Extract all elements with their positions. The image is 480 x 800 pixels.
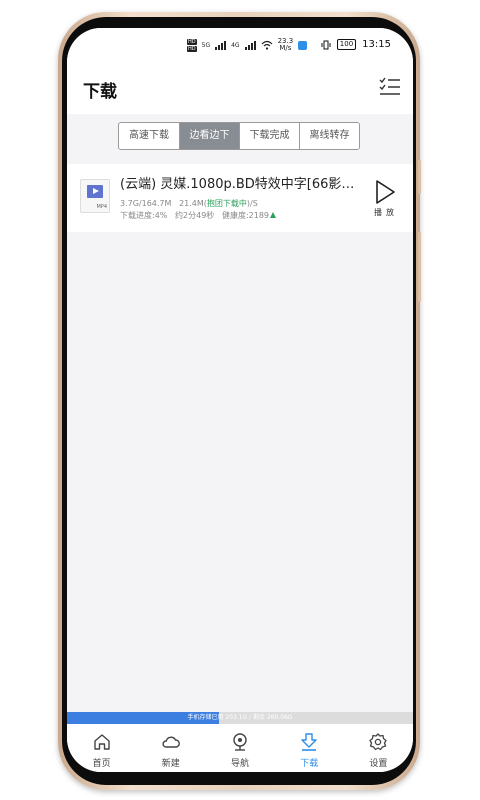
clock: 13:15 (362, 39, 391, 50)
video-play-icon (87, 185, 103, 198)
file-type-label: MP4 (96, 204, 107, 210)
play-icon (376, 180, 395, 204)
health-up-icon (270, 212, 277, 218)
tab-high-speed[interactable]: 高速下载 (119, 123, 179, 149)
gear-icon (369, 733, 388, 751)
hd-badge: HD (187, 38, 197, 45)
cloud-icon (162, 736, 180, 748)
nav-label: 导航 (231, 759, 250, 769)
nav-label: 设置 (369, 759, 388, 769)
mp4-file-icon: MP4 (80, 179, 110, 213)
battery-icon: 100 (336, 39, 357, 50)
net-speed-unit: M/s (279, 44, 292, 52)
download-size: 3.7G/164.7M (120, 199, 172, 208)
signal-icon (215, 40, 227, 50)
nav-item-settings[interactable]: 设置 (344, 724, 413, 772)
tab-offline-save[interactable]: 离线转存 (299, 123, 359, 149)
tab-watch-while-download[interactable]: 边看边下 (179, 123, 239, 149)
volume-button (418, 232, 421, 302)
download-health: 健康度:2189 (221, 211, 270, 220)
tab-completed[interactable]: 下载完成 (239, 123, 299, 149)
download-item[interactable]: MP4 (云端) 灵媒.1080p.BD特效中字[66影视... 3.7G/16… (67, 164, 413, 232)
net-speed: 23.3 M/s (278, 38, 294, 52)
play-button[interactable]: 播放 (367, 179, 401, 219)
nav-item-download[interactable]: 下载 (275, 724, 344, 772)
play-label: 播放 (374, 208, 398, 217)
download-remaining: 约2分49秒 (175, 211, 215, 220)
download-progress-line: 下载进度:4% 约2分49秒 健康度:2189 (120, 210, 277, 221)
storage-text: 手机存储已用 203.1G / 剩余 260.06G (187, 714, 293, 721)
download-file-name: (云端) 灵媒.1080p.BD特效中字[66影视... (120, 177, 360, 192)
download-stats: 3.7G/164.7M 21.4M(抱团下载中)/S (120, 198, 258, 209)
nav-label: 下载 (300, 759, 319, 769)
network-4g-label: 4G (231, 41, 240, 49)
status-bar: HD HD 5G 4G 23.3 M/s 100 13:15 (67, 28, 413, 64)
bottom-nav: 首页 新建 导航 下载 设置 (67, 724, 413, 772)
download-speed-status: 抱团下载中 (206, 199, 247, 208)
nav-label: 首页 (92, 759, 111, 769)
network-5g-label: 5G (201, 41, 211, 49)
download-speed-prefix: 21.4M( (179, 199, 207, 208)
screen: HD HD 5G 4G 23.3 M/s 100 13:15 下载 高速下载 边… (67, 28, 413, 772)
download-icon (301, 733, 317, 751)
download-progress: 下载进度:4% (120, 211, 168, 220)
download-mode-tabs: 高速下载 边看边下 下载完成 离线转存 (118, 122, 360, 150)
checklist-icon[interactable] (379, 76, 401, 98)
status-left: HD HD 5G 4G 23.3 M/s (187, 38, 308, 52)
wifi-icon (261, 40, 272, 50)
home-icon (93, 734, 110, 750)
hd-badges: HD HD (187, 38, 197, 52)
hd-badge: HD (187, 45, 197, 52)
vibrate-icon (321, 40, 331, 49)
nav-item-home[interactable]: 首页 (67, 724, 136, 772)
nav-item-navigation[interactable]: 导航 (205, 724, 274, 772)
storage-bar: 手机存储已用 203.1G / 剩余 260.06G (67, 712, 413, 724)
power-button (418, 160, 421, 194)
compass-icon (233, 733, 247, 751)
app-header: 下载 (67, 64, 413, 114)
nav-item-new[interactable]: 新建 (136, 724, 205, 772)
app-notification-icon (298, 40, 308, 50)
status-right: 100 13:15 (321, 39, 391, 50)
page-title: 下载 (83, 82, 117, 102)
nav-label: 新建 (161, 759, 180, 769)
download-speed-suffix: )/S (246, 199, 258, 208)
signal-icon (244, 40, 256, 50)
